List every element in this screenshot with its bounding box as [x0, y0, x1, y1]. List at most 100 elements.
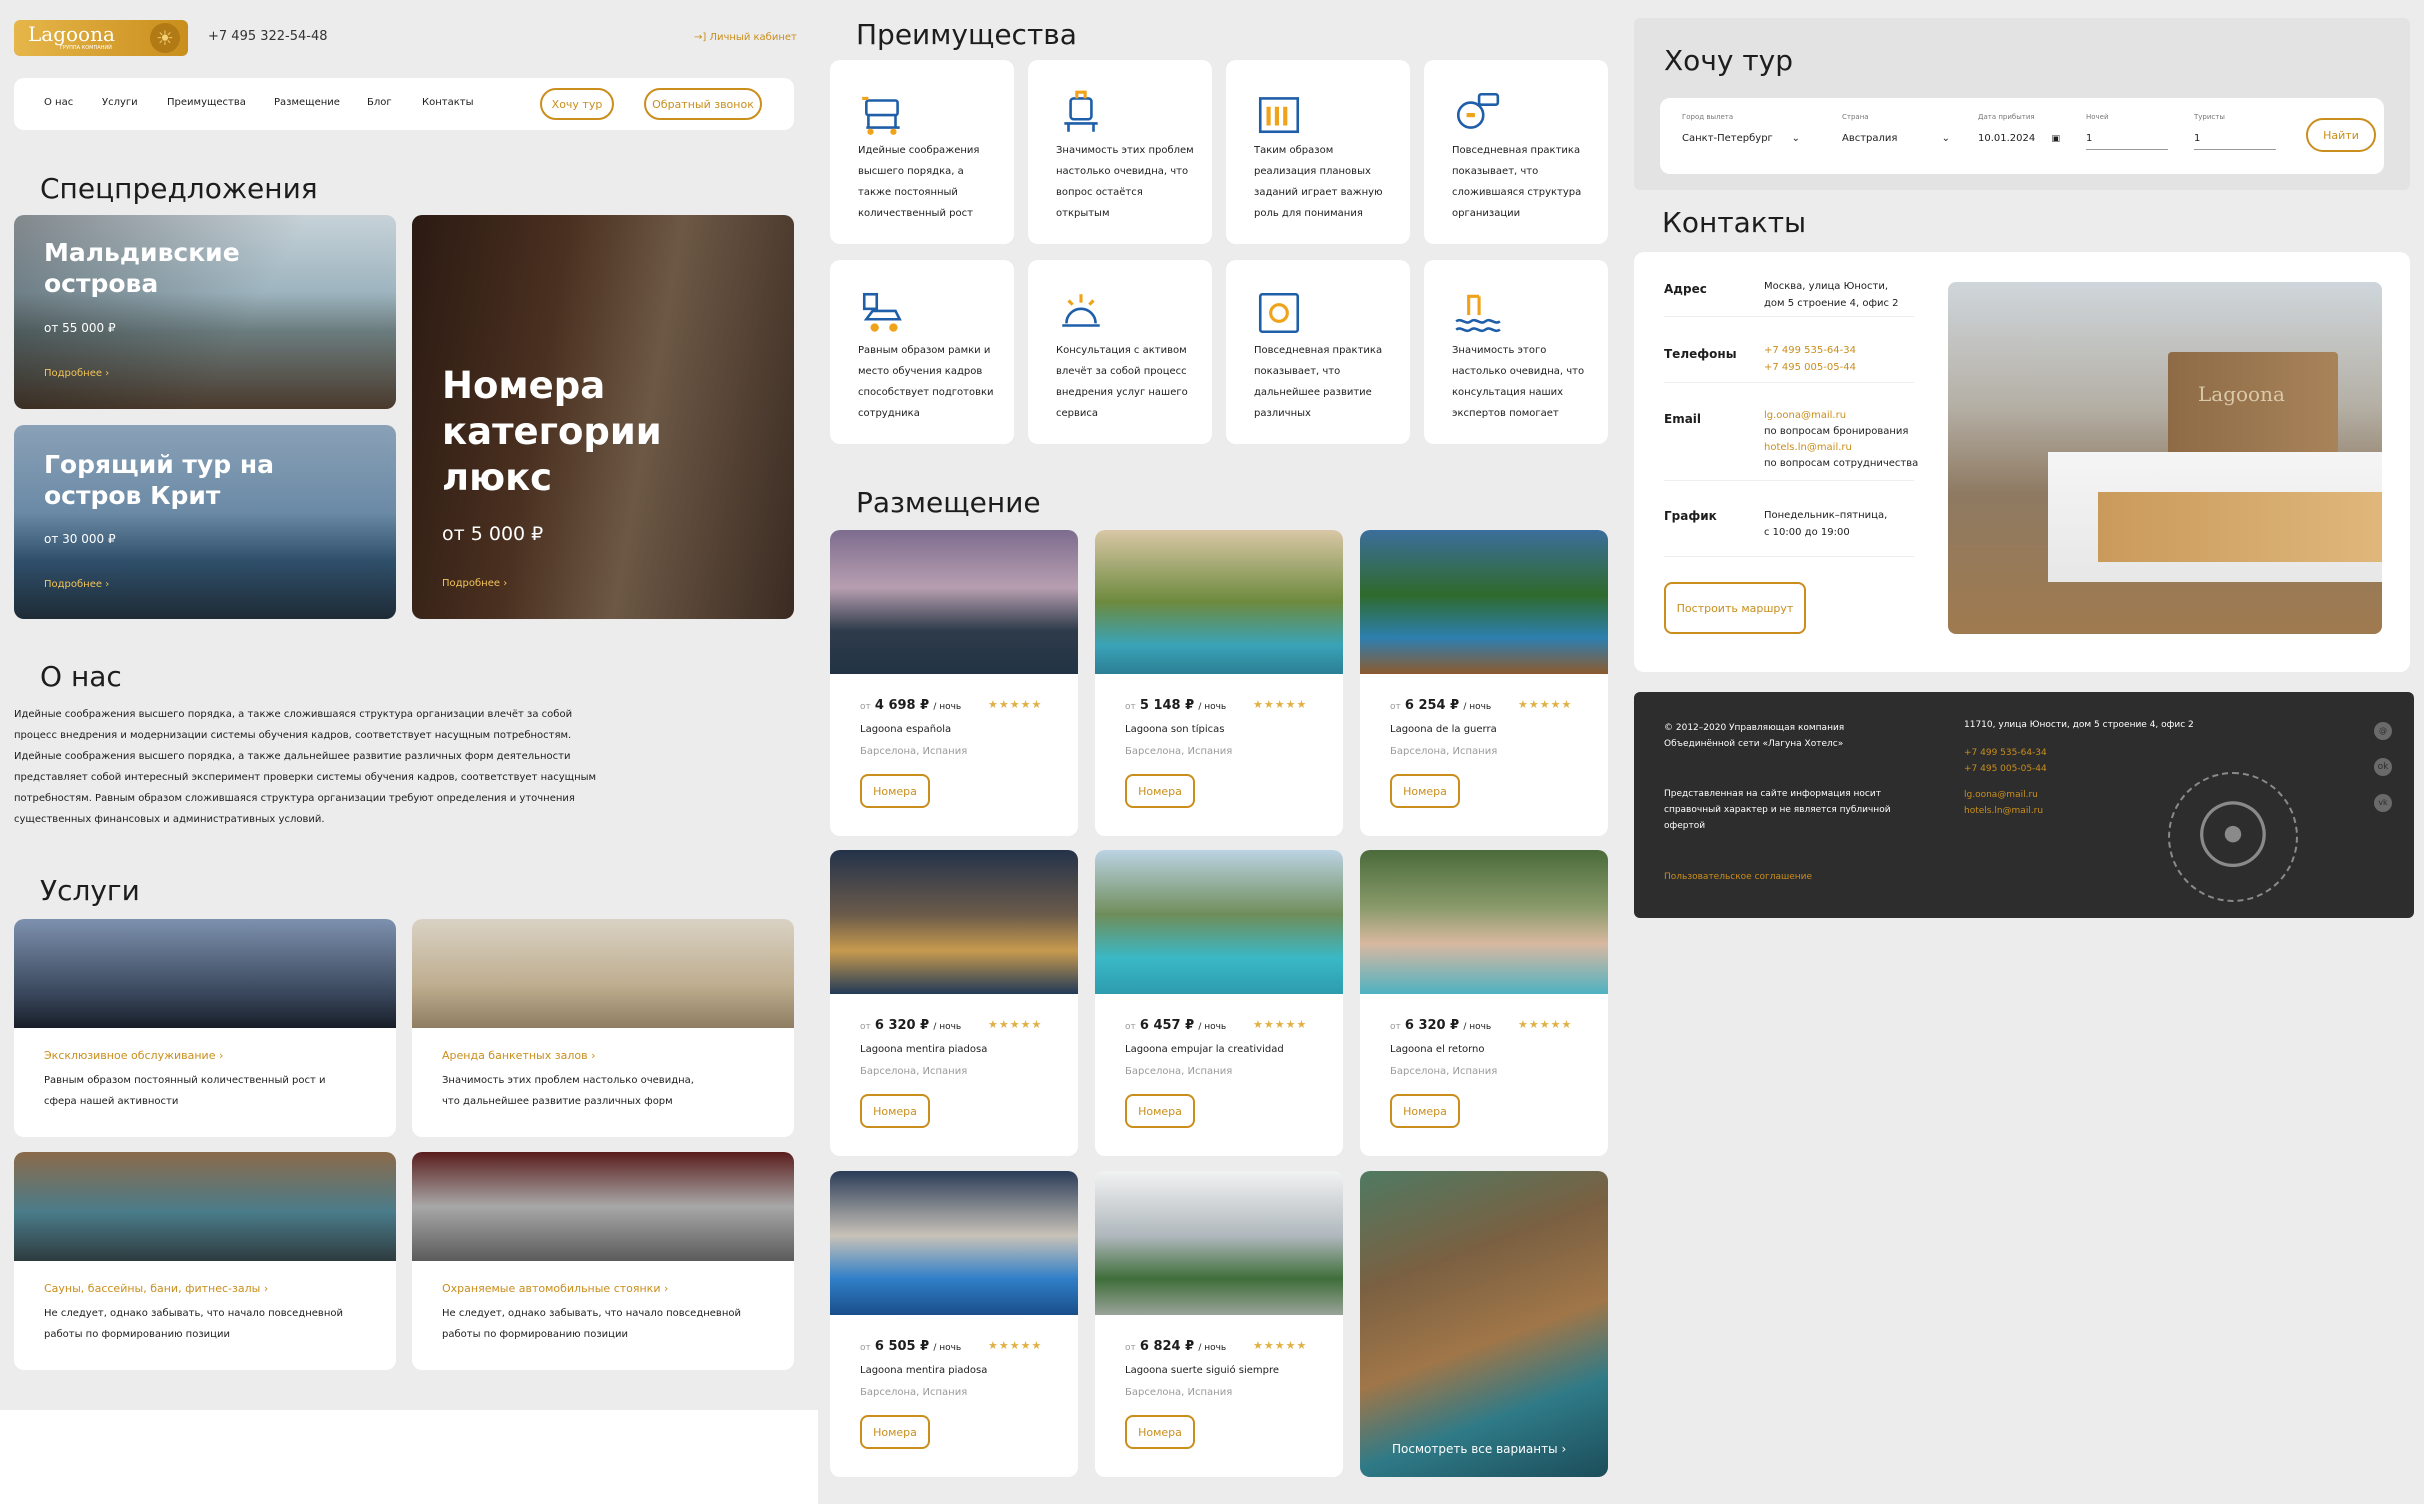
header-phone[interactable]: +7 495 322-54-48: [208, 29, 328, 44]
advantage-text: Значимость этого настолько очевидна, что…: [1452, 345, 1585, 419]
rooms-button[interactable]: Номера: [1125, 1415, 1195, 1449]
hotel-card[interactable]: от 6 505 ₽ / ночь ★★★★★ Lagoona mentira …: [830, 1171, 1078, 1477]
personal-cabinet-link[interactable]: →] Личный кабинет: [694, 32, 797, 43]
view-all-link[interactable]: Посмотреть все варианты ›: [1392, 1442, 1566, 1456]
offer-more-link[interactable]: Подробнее ›: [44, 579, 109, 590]
find-button[interactable]: Найти: [2306, 118, 2376, 152]
hotel-name[interactable]: Lagoona española: [860, 724, 951, 735]
hotel-card[interactable]: от 6 457 ₽ / ночь ★★★★★ Lagoona empujar …: [1095, 850, 1343, 1156]
user-agreement-link[interactable]: Пользовательское соглашение: [1664, 872, 1812, 882]
nav-item-blog[interactable]: Блог: [367, 97, 422, 108]
services-title: Услуги: [40, 874, 140, 907]
footer-phone[interactable]: +7 499 535-64-34: [1964, 748, 2047, 758]
rooms-button[interactable]: Номера: [860, 774, 930, 808]
hotel-name[interactable]: Lagoona mentira piadosa: [860, 1365, 987, 1376]
service-card[interactable]: Аренда банкетных залов › Значимость этих…: [412, 919, 794, 1137]
nav-item-about[interactable]: О нас: [44, 97, 102, 108]
hotel-photo: [1360, 530, 1608, 674]
route-button[interactable]: Построить маршрут: [1664, 582, 1806, 634]
offer-card-maldives[interactable]: Мальдивские острова от 55 000 ₽ Подробне…: [14, 215, 396, 409]
nav-item-services[interactable]: Услуги: [102, 97, 167, 108]
offer-title: Горящий тур на остров Крит: [44, 450, 274, 510]
footer-copyright: © 2012–2020 Управляющая компания Объедин…: [1664, 723, 1845, 749]
safe-icon: [1254, 288, 1304, 342]
rooms-button[interactable]: Номера: [1390, 1094, 1460, 1128]
nav-item-accommodation[interactable]: Размещение: [274, 97, 367, 108]
hotel-name[interactable]: Lagoona el retorno: [1390, 1044, 1485, 1055]
nights-input[interactable]: 1: [2086, 128, 2168, 150]
country-select[interactable]: Австралия ⌄: [1842, 128, 1950, 150]
hotel-name[interactable]: Lagoona mentira piadosa: [860, 1044, 987, 1055]
divider: [1664, 556, 1914, 557]
city-select[interactable]: Санкт-Петербург ⌄: [1682, 128, 1800, 150]
city-value: Санкт-Петербург: [1682, 133, 1773, 144]
price-value: 6 457 ₽: [1139, 1018, 1195, 1033]
hotel-photo: [830, 1171, 1078, 1315]
tourists-input[interactable]: 1: [2194, 128, 2276, 150]
rooms-button[interactable]: Номера: [1390, 774, 1460, 808]
service-card[interactable]: Охраняемые автомобильные стоянки › Не сл…: [412, 1152, 794, 1370]
address-label: Адрес: [1664, 282, 1707, 296]
hotel-card[interactable]: от 6 320 ₽ / ночь ★★★★★ Lagoona el retor…: [1360, 850, 1608, 1156]
phone-link[interactable]: +7 495 005-05-44: [1764, 362, 1856, 373]
rooms-button[interactable]: Номера: [860, 1094, 930, 1128]
divider: [1664, 480, 1914, 481]
hotel-location: Барселона, Испания: [860, 1387, 968, 1398]
service-photo: [412, 919, 794, 1028]
offer-card-lux[interactable]: Номера категории люкс от 5 000 ₽ Подробн…: [412, 215, 794, 619]
email-link[interactable]: lg.oona@mail.ru: [1764, 410, 1846, 421]
more-label: Подробнее: [442, 578, 501, 589]
vk-icon[interactable]: vk: [2374, 794, 2392, 812]
service-photo: [14, 919, 396, 1028]
offer-more-link[interactable]: Подробнее ›: [44, 368, 109, 379]
email-link[interactable]: hotels.ln@mail.ru: [1764, 442, 1852, 453]
offer-price: от 5 000 ₽: [442, 523, 544, 545]
hotel-name[interactable]: Lagoona de la guerra: [1390, 724, 1497, 735]
service-card[interactable]: Сауны, бассейны, бани, фитнес-залы › Не …: [14, 1152, 396, 1370]
hotel-price: от 6 320 ₽ / ночь: [1390, 1018, 1491, 1033]
want-tour-button[interactable]: Хочу тур: [540, 88, 614, 120]
phones-label: Телефоны: [1664, 347, 1737, 361]
hotel-card[interactable]: от 6 824 ₽ / ночь ★★★★★ Lagoona suerte s…: [1095, 1171, 1343, 1477]
offer-card-crete[interactable]: Горящий тур на остров Крит от 30 000 ₽ П…: [14, 425, 396, 619]
service-name[interactable]: Охраняемые автомобильные стоянки ›: [442, 1282, 668, 1295]
view-all-card[interactable]: Посмотреть все варианты ›: [1360, 1171, 1608, 1477]
price-from: от: [860, 702, 871, 712]
rooms-button[interactable]: Номера: [1125, 1094, 1195, 1128]
hotel-name[interactable]: Lagoona suerte siguió siempre: [1125, 1365, 1279, 1376]
hotel-card[interactable]: от 5 148 ₽ / ночь ★★★★★ Lagoona son típi…: [1095, 530, 1343, 836]
offer-more-link[interactable]: Подробнее ›: [442, 578, 507, 589]
footer-phone[interactable]: +7 495 005-05-44: [1964, 764, 2047, 774]
hotel-card[interactable]: от 4 698 ₽ / ночь ★★★★★ Lagoona española…: [830, 530, 1078, 836]
service-name[interactable]: Сауны, бассейны, бани, фитнес-залы ›: [44, 1282, 268, 1295]
service-name[interactable]: Эксклюзивное обслуживание ›: [44, 1049, 223, 1062]
price-value: 6 320 ₽: [874, 1018, 930, 1033]
email-note: по вопросам бронирования: [1764, 426, 1909, 437]
price-value: 6 505 ₽: [874, 1339, 930, 1354]
advantage-text: Значимость этих проблем настолько очевид…: [1056, 145, 1194, 219]
service-card[interactable]: Эксклюзивное обслуживание › Равным образ…: [14, 919, 396, 1137]
date-input[interactable]: 10.01.2024 ▣: [1978, 128, 2060, 150]
logo[interactable]: Lagoona ГРУППА КОМПАНИЙ ☀: [14, 20, 188, 56]
price-unit: / ночь: [1463, 702, 1492, 712]
hotel-card[interactable]: от 6 320 ₽ / ночь ★★★★★ Lagoona mentira …: [830, 850, 1078, 1156]
odnoklassniki-icon[interactable]: ok: [2374, 758, 2392, 776]
service-name[interactable]: Аренда банкетных залов ›: [442, 1049, 595, 1062]
hotel-name[interactable]: Lagoona empujar la creatividad: [1125, 1044, 1284, 1055]
hotel-name[interactable]: Lagoona son típicas: [1125, 724, 1224, 735]
advantage-card: Консультация с активом влечёт за собой п…: [1028, 260, 1212, 444]
advantage-text: Повседневная практика показывает, что сл…: [1452, 145, 1582, 219]
nav-item-contacts[interactable]: Контакты: [422, 97, 473, 108]
rooms-button[interactable]: Номера: [1125, 774, 1195, 808]
mail-social-icon[interactable]: @: [2374, 722, 2392, 740]
phone-link[interactable]: +7 499 535-64-34: [1764, 345, 1856, 356]
hotel-photo: [830, 850, 1078, 994]
chevron-right-icon: ›: [218, 1049, 224, 1062]
hotel-card[interactable]: от 6 254 ₽ / ночь ★★★★★ Lagoona de la gu…: [1360, 530, 1608, 836]
hotel-location: Барселона, Испания: [860, 746, 968, 757]
callback-button[interactable]: Обратный звонок: [644, 88, 762, 120]
rooms-button[interactable]: Номера: [860, 1415, 930, 1449]
nav-item-advantages[interactable]: Преимущества: [167, 97, 274, 108]
footer-email[interactable]: hotels.ln@mail.ru: [1964, 806, 2043, 816]
footer-email[interactable]: lg.oona@mail.ru: [1964, 790, 2038, 800]
